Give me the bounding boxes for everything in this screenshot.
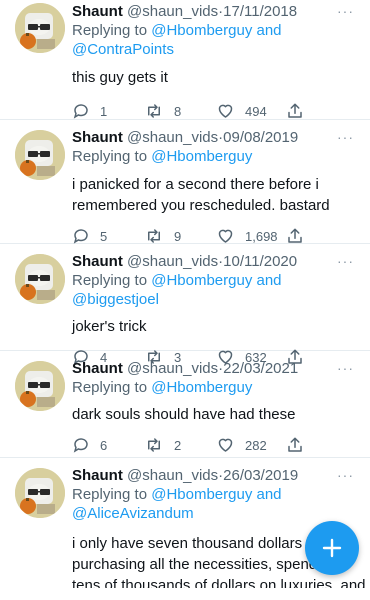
tweet-text-line: i panicked for a second there before i (72, 176, 319, 193)
avatar[interactable] (15, 254, 65, 304)
avatar[interactable] (15, 361, 65, 411)
tweet-actions: 1 8 494 (72, 100, 356, 122)
reply-button[interactable]: 6 (72, 434, 107, 456)
compose-tweet-button[interactable] (305, 521, 359, 575)
replying-to-label: Replying to (72, 379, 148, 396)
like-button[interactable]: 282 (216, 434, 267, 456)
retweet-count: 9 (174, 228, 182, 244)
tweet-date[interactable]: 17/11/2018 (223, 3, 297, 20)
user-handle[interactable]: @shaun_vids (127, 467, 218, 484)
reply-button[interactable]: 1 (72, 100, 107, 122)
share-icon (288, 103, 302, 118)
replying-to-label: Replying to (72, 148, 148, 165)
reply-count: 1 (100, 103, 108, 119)
tweet-text: this guy gets it (72, 69, 168, 86)
reply-context: Replying to @Hbomberguy and @biggestjoel (72, 271, 356, 309)
like-button[interactable]: 494 (216, 100, 267, 122)
share-icon (288, 228, 302, 243)
reply-icon (73, 438, 88, 453)
tweet-header: Shaunt @shaun_vids·22/03/2021 (72, 359, 356, 378)
heart-icon (218, 438, 233, 452)
tweet[interactable]: ··· Shaunt @shaun_vids·10/11/2020 Replyi… (0, 244, 370, 365)
reply-context: Replying to @Hbomberguy and (72, 485, 356, 504)
tweet[interactable]: ··· Shaunt @shaun_vids·22/03/2021 Replyi… (0, 351, 370, 458)
avatar[interactable] (15, 130, 65, 180)
reply-context: Replying to @Hbomberguy (72, 147, 356, 166)
more-options-icon[interactable]: ··· (337, 254, 354, 268)
display-name[interactable]: Shaunt (72, 360, 123, 377)
tweet-text: dark souls should have had these (72, 406, 296, 423)
reply-count: 6 (100, 437, 108, 453)
tweet-header: Shaunt @shaun_vids·10/11/2020 (72, 252, 356, 271)
heart-icon (218, 229, 233, 243)
user-handle[interactable]: @shaun_vids (127, 129, 218, 146)
more-options-icon[interactable]: ··· (337, 361, 354, 375)
replying-to-label: Replying to (72, 22, 148, 39)
tweet-actions: 6 2 282 (72, 434, 356, 456)
avatar[interactable] (15, 468, 65, 518)
share-button[interactable] (286, 434, 304, 456)
reply-mention-link[interactable]: @AliceAvizandum (72, 505, 194, 522)
user-handle[interactable]: @shaun_vids (127, 360, 218, 377)
heart-icon (218, 104, 233, 118)
reply-mention-link[interactable]: @Hbomberguy and (151, 486, 281, 503)
bottom-edge (0, 588, 370, 600)
tweet-header: Shaunt @shaun_vids·26/03/2019 (72, 466, 356, 485)
tweet-date[interactable]: 22/03/2021 (223, 360, 298, 377)
share-icon (288, 437, 302, 452)
tweet-date[interactable]: 10/11/2020 (223, 253, 297, 270)
retweet-icon (148, 229, 160, 243)
tweet-text: i panicked for a second there before i r… (72, 174, 356, 216)
reply-mention-link[interactable]: @Hbomberguy and (151, 22, 281, 39)
tweet-text-line: remembered you rescheduled. bastard (72, 197, 330, 214)
more-options-icon[interactable]: ··· (337, 468, 354, 482)
reply-count: 5 (100, 228, 108, 244)
plus-icon (322, 538, 342, 558)
retweet-button[interactable]: 8 (144, 100, 181, 122)
retweet-icon (148, 438, 160, 452)
reply-mention-link[interactable]: @ContraPoints (72, 41, 174, 58)
tweet-feed: ··· Shaunt @shaun_vids·17/11/2018 Replyi… (0, 0, 370, 600)
reply-context-line2: @AliceAvizandum (72, 504, 356, 523)
retweet-count: 8 (174, 103, 182, 119)
tweet[interactable]: ··· Shaunt @shaun_vids·09/08/2019 Replyi… (0, 120, 370, 244)
retweet-count: 2 (174, 437, 182, 453)
display-name[interactable]: Shaunt (72, 129, 123, 146)
user-handle[interactable]: @shaun_vids (127, 253, 218, 270)
reply-context: Replying to @Hbomberguy and (72, 21, 356, 40)
avatar[interactable] (15, 3, 65, 53)
user-handle[interactable]: @shaun_vids (127, 3, 218, 20)
reply-context: Replying to @Hbomberguy (72, 378, 356, 397)
tweet[interactable]: ··· Shaunt @shaun_vids·17/11/2018 Replyi… (0, 0, 370, 120)
replying-to-label: Replying to (72, 486, 148, 503)
tweet-text: joker's trick (72, 318, 147, 335)
like-count: 282 (245, 437, 267, 453)
like-count: 494 (245, 103, 267, 119)
tweet-date[interactable]: 09/08/2019 (223, 129, 298, 146)
display-name[interactable]: Shaunt (72, 253, 123, 270)
share-button[interactable] (286, 100, 304, 122)
tweet-date[interactable]: 26/03/2019 (223, 467, 298, 484)
reply-context-line2: @ContraPoints (72, 40, 356, 59)
tweet-header: Shaunt @shaun_vids·09/08/2019 (72, 128, 356, 147)
reply-icon (73, 229, 88, 244)
more-options-icon[interactable]: ··· (337, 4, 354, 18)
replying-to-label: Replying to (72, 272, 148, 289)
reply-icon (73, 104, 88, 119)
retweet-button[interactable]: 2 (144, 434, 181, 456)
reply-mention-link[interactable]: @Hbomberguy (151, 148, 252, 165)
more-options-icon[interactable]: ··· (337, 130, 354, 144)
display-name[interactable]: Shaunt (72, 467, 123, 484)
display-name[interactable]: Shaunt (72, 3, 123, 20)
tweet-header: Shaunt @shaun_vids·17/11/2018 (72, 2, 356, 21)
like-count: 1,698 (245, 228, 278, 244)
reply-mention-link[interactable]: @Hbomberguy (151, 379, 252, 396)
retweet-icon (148, 104, 160, 118)
